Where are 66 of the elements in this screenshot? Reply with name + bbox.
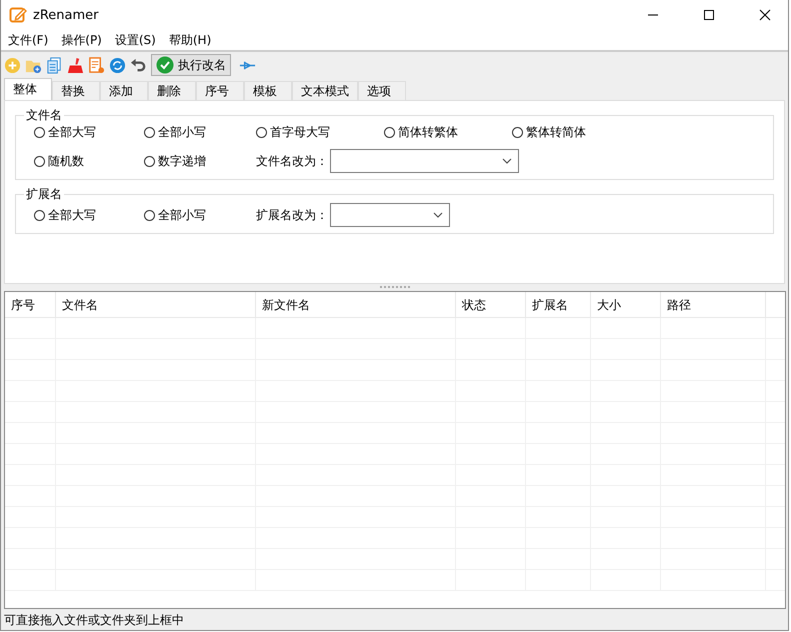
tab[interactable]: 文本模式	[292, 81, 358, 100]
column-header[interactable]: 新文件名	[256, 292, 456, 317]
field-label: 扩展名改为：	[256, 206, 328, 224]
radio-option[interactable]: 全部大写	[34, 206, 144, 224]
dropdown-field[interactable]	[330, 149, 519, 173]
document-edit-icon[interactable]	[88, 56, 105, 74]
tab[interactable]: 替换	[52, 81, 100, 100]
tab[interactable]: 删除	[148, 81, 196, 100]
tab[interactable]: 选项	[358, 81, 406, 100]
radio-button[interactable]	[34, 210, 45, 220]
radio-button[interactable]	[34, 127, 45, 138]
column-header[interactable]: 大小	[591, 292, 661, 317]
radio-button[interactable]	[34, 156, 45, 166]
column-header[interactable]: 状态	[456, 292, 526, 317]
radio-label: 数字递增	[158, 152, 206, 170]
radio-label: 全部小写	[158, 124, 206, 141]
undo-icon[interactable]	[130, 56, 147, 74]
menu-item[interactable]: 设置(S)	[114, 32, 156, 48]
radio-label: 全部大写	[48, 124, 96, 141]
copy-icon[interactable]	[46, 56, 63, 74]
caret-icon[interactable]	[433, 212, 443, 218]
status-text: 可直接拖入文件或文件夹到上框中	[3, 612, 185, 628]
radio-label: 全部大写	[48, 206, 96, 224]
field-label: 文件名改为：	[256, 152, 328, 170]
radio-label: 首字母大写	[270, 124, 330, 141]
radio-option[interactable]: 首字母大写	[256, 124, 384, 141]
close-icon[interactable]	[759, 9, 771, 21]
app-logo-icon	[9, 6, 27, 24]
run-rename-button[interactable]: 执行改名	[151, 54, 231, 76]
radio-label: 繁体转简体	[526, 124, 586, 141]
caret-icon[interactable]	[502, 158, 512, 164]
refresh-icon[interactable]	[109, 56, 126, 74]
radio-label: 随机数	[48, 152, 84, 170]
radio-option[interactable]: 随机数	[34, 152, 144, 170]
radio-option[interactable]: 数字递增	[144, 152, 256, 170]
radio-button[interactable]	[512, 127, 523, 138]
tab[interactable]: 添加	[100, 81, 148, 100]
tab[interactable]: 序号	[196, 81, 244, 100]
dropdown-field[interactable]	[330, 203, 450, 227]
radio-button[interactable]	[144, 156, 155, 166]
group-title: 扩展名	[24, 186, 64, 203]
group-title: 文件名	[24, 107, 64, 124]
radio-button[interactable]	[144, 127, 155, 138]
radio-option[interactable]: 繁体转简体	[512, 124, 662, 141]
menu-item[interactable]: 帮助(H)	[168, 32, 212, 48]
check-icon	[156, 56, 174, 74]
tab[interactable]: 模板	[244, 81, 292, 100]
column-header[interactable]: 扩展名	[526, 292, 591, 317]
radio-button[interactable]	[144, 210, 155, 220]
radio-label: 全部小写	[158, 206, 206, 224]
radio-option[interactable]: 全部大写	[34, 124, 144, 141]
column-header[interactable]: 序号	[5, 292, 56, 317]
radio-button[interactable]	[384, 127, 395, 138]
radio-button[interactable]	[256, 127, 267, 138]
radio-option[interactable]: 全部小写	[144, 206, 256, 224]
tab[interactable]: 整体	[4, 78, 52, 100]
radio-option[interactable]: 简体转繁体	[384, 124, 512, 141]
radio-label: 简体转繁体	[398, 124, 458, 141]
broom-icon[interactable]	[67, 56, 84, 74]
menu-item[interactable]: 文件(F)	[8, 32, 48, 48]
column-header[interactable]: 路径	[661, 292, 766, 317]
maximize-icon[interactable]	[703, 9, 715, 21]
radio-option[interactable]: 全部小写	[144, 124, 256, 141]
window-title: zRenamer	[33, 8, 98, 22]
menu-item[interactable]: 操作(P)	[61, 32, 102, 48]
column-header[interactable]: 文件名	[56, 292, 256, 317]
